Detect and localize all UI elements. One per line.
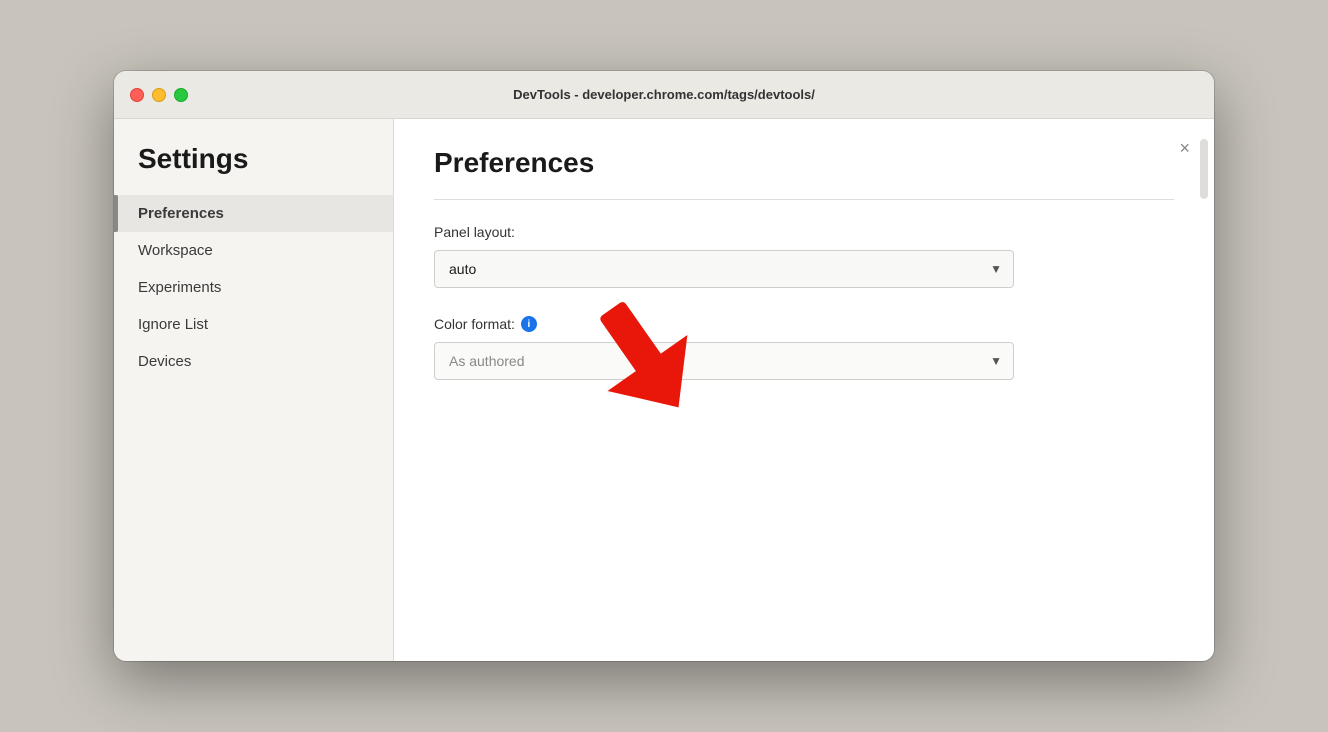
sidebar-nav: Preferences Workspace Experiments Ignore…	[114, 195, 393, 380]
panel-layout-section: Panel layout: auto horizontal vertical ▼	[434, 224, 1174, 288]
scrollbar[interactable]	[1200, 139, 1208, 199]
sidebar-item-experiments[interactable]: Experiments	[114, 269, 393, 306]
color-format-select[interactable]: As authored HEX RGB HSL	[434, 342, 1014, 380]
info-icon[interactable]: i	[521, 316, 537, 332]
window-title: DevTools - developer.chrome.com/tags/dev…	[513, 87, 815, 102]
sidebar: Settings Preferences Workspace Experimen…	[114, 119, 394, 661]
sidebar-heading: Settings	[114, 143, 393, 195]
traffic-lights	[130, 88, 188, 102]
main-panel: × Preferences Panel layout: auto horizon…	[394, 119, 1214, 661]
color-format-select-wrapper: As authored HEX RGB HSL ▼	[434, 342, 1014, 380]
close-traffic-light[interactable]	[130, 88, 144, 102]
titlebar: DevTools - developer.chrome.com/tags/dev…	[114, 71, 1214, 119]
color-format-section: Color format: i As	[434, 316, 1174, 380]
panel-layout-label: Panel layout:	[434, 224, 1174, 240]
panel-layout-select[interactable]: auto horizontal vertical	[434, 250, 1014, 288]
page-title: Preferences	[434, 147, 1174, 179]
color-format-label-text: Color format:	[434, 316, 515, 332]
sidebar-item-devices[interactable]: Devices	[114, 343, 393, 380]
desktop: DevTools - developer.chrome.com/tags/dev…	[0, 0, 1328, 732]
divider	[434, 199, 1174, 200]
window: DevTools - developer.chrome.com/tags/dev…	[114, 71, 1214, 661]
color-format-label: Color format: i	[434, 316, 1174, 332]
close-button[interactable]: ×	[1175, 135, 1194, 161]
sidebar-item-preferences[interactable]: Preferences	[114, 195, 393, 232]
sidebar-item-workspace[interactable]: Workspace	[114, 232, 393, 269]
minimize-traffic-light[interactable]	[152, 88, 166, 102]
panel-layout-select-wrapper: auto horizontal vertical ▼	[434, 250, 1014, 288]
panel-layout-label-text: Panel layout:	[434, 224, 515, 240]
sidebar-item-ignore-list[interactable]: Ignore List	[114, 306, 393, 343]
window-content: Settings Preferences Workspace Experimen…	[114, 119, 1214, 661]
maximize-traffic-light[interactable]	[174, 88, 188, 102]
